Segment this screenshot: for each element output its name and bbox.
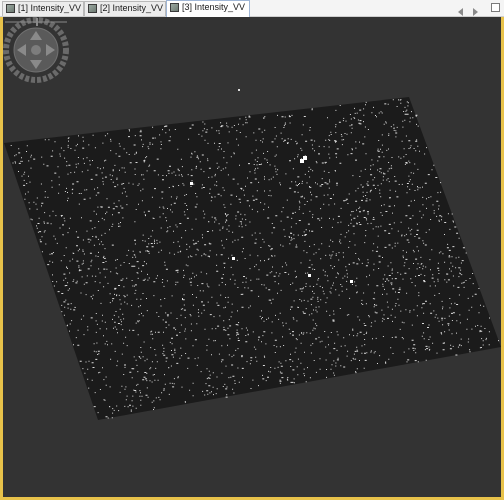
restore-window-icon[interactable]: [491, 3, 500, 12]
tab-intensity-vv-3[interactable]: [3] Intensity_VV: [166, 0, 250, 17]
tab-label: [3] Intensity_VV: [182, 2, 246, 12]
chevron-left-icon[interactable]: [458, 8, 463, 16]
sar-image-footprint: [4, 97, 501, 420]
tab-intensity-vv-1[interactable]: [1] Intensity_VV: [2, 1, 84, 16]
pixel-marker: [238, 89, 240, 91]
image-view-icon: [6, 4, 15, 13]
bright-scatterer: [190, 182, 193, 185]
image-viewport[interactable]: [3, 17, 501, 497]
zoom-slider-icon[interactable]: [3, 17, 69, 27]
image-view-icon: [88, 4, 97, 13]
tab-intensity-vv-2[interactable]: [2] Intensity_VV: [84, 1, 166, 16]
bright-scatterer: [308, 274, 311, 277]
tab-scroll-arrows: [458, 3, 486, 16]
bright-scatterer: [232, 257, 235, 260]
view-tab-bar: [1] Intensity_VV [2] Intensity_VV [3] In…: [0, 0, 504, 17]
sar-image-canvas: [4, 97, 501, 420]
tab-label: [1] Intensity_VV: [18, 3, 82, 13]
tab-label: [2] Intensity_VV: [100, 3, 164, 13]
bright-scatterer: [303, 156, 307, 160]
chevron-right-icon[interactable]: [473, 8, 479, 16]
bright-scatterer: [350, 280, 353, 283]
image-view-icon: [170, 3, 179, 12]
